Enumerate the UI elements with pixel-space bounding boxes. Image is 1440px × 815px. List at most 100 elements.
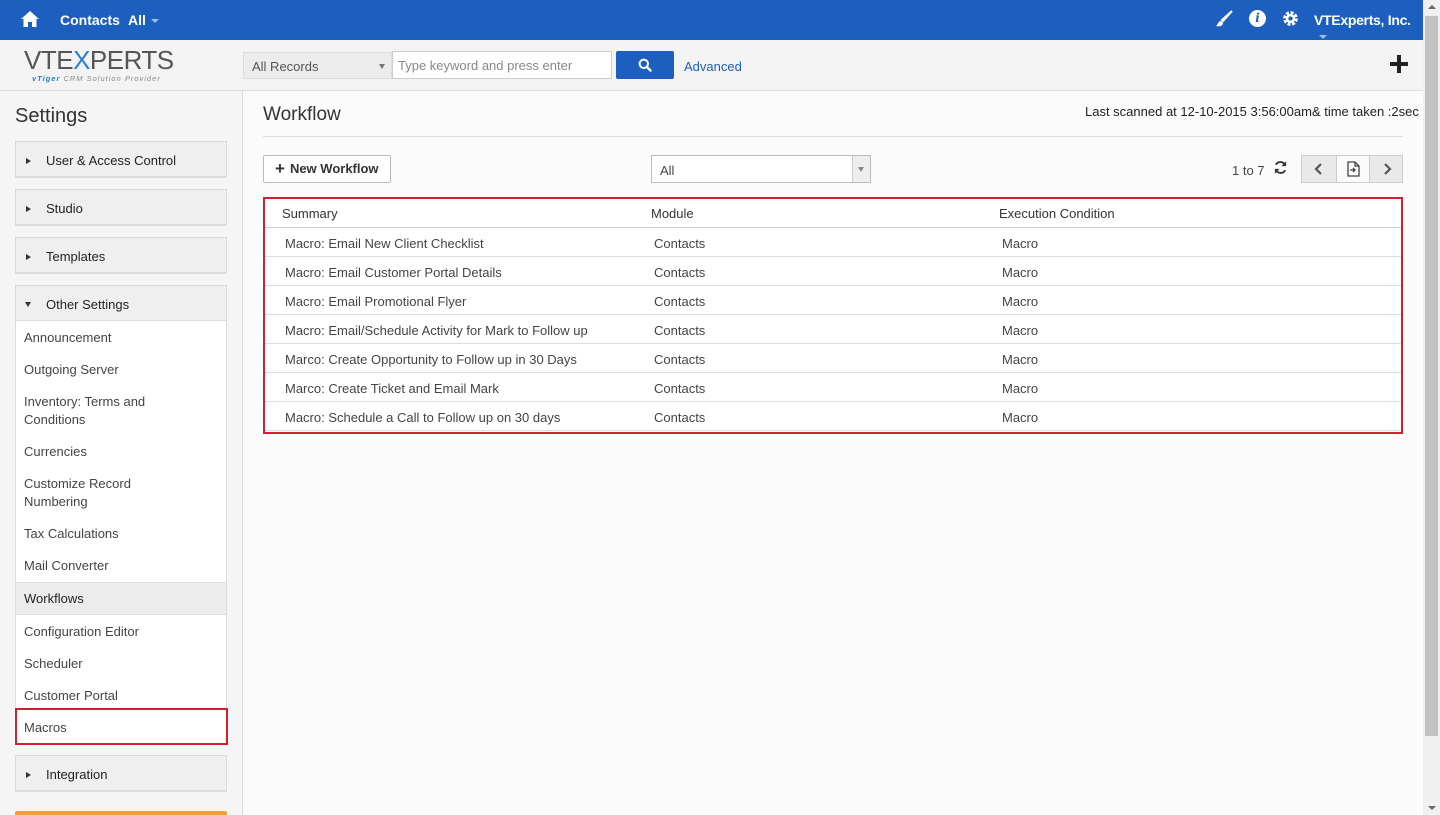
caret-down-icon (25, 302, 31, 307)
new-workflow-button[interactable]: + New Workflow (263, 155, 391, 183)
cell-module: Contacts (654, 236, 706, 251)
sidebar-section-templates[interactable]: Templates (15, 237, 227, 274)
workflow-table: Summary Module Execution Condition Macro… (263, 197, 1403, 434)
table-row[interactable]: Macro: Email New Client Checklist Contac… (265, 228, 1401, 257)
scroll-up-arrow-icon[interactable] (1428, 5, 1436, 9)
caret-right-icon (26, 158, 31, 164)
info-icon[interactable]: i (1249, 10, 1266, 27)
sidebar-item-inventory-terms[interactable]: Inventory: Terms and Conditions (24, 393, 164, 429)
company-label: VTExperts, Inc. (1314, 12, 1411, 28)
brush-icon[interactable] (1215, 10, 1233, 28)
plus-icon: + (275, 159, 285, 178)
table-row[interactable]: Macro: Schedule a Call to Follow up on 3… (265, 402, 1401, 431)
cell-summary: Macro: Email Promotional Flyer (285, 294, 467, 309)
advanced-search-link[interactable]: Advanced (684, 59, 742, 74)
nav-contacts[interactable]: Contacts (60, 12, 120, 28)
sidebar-item-currencies[interactable]: Currencies (24, 443, 214, 461)
cell-module: Contacts (654, 265, 706, 280)
page-title: Workflow (263, 104, 341, 125)
scrollbar-thumb[interactable] (1425, 16, 1438, 736)
next-page-button[interactable] (1370, 156, 1404, 182)
search-icon (638, 58, 652, 72)
chevron-right-icon (1384, 163, 1392, 175)
table-row[interactable]: Marco: Create Opportunity to Follow up i… (265, 344, 1401, 373)
sidebar-item-macros[interactable]: Macros (15, 708, 228, 745)
sidebar-item-outgoing-server[interactable]: Outgoing Server (24, 361, 214, 379)
caret-right-icon (26, 254, 31, 260)
page-scrollbar[interactable] (1423, 0, 1440, 815)
sidebar-section-integration[interactable]: Integration (15, 755, 227, 792)
table-row[interactable]: Marco: Create Ticket and Email Mark Cont… (265, 373, 1401, 402)
section-label: Templates (46, 249, 106, 264)
module-filter-value: All (660, 163, 675, 178)
sidebar-section-user-access-control[interactable]: User & Access Control (15, 141, 227, 178)
cell-module: Contacts (654, 410, 706, 425)
chevron-down-icon (150, 19, 159, 24)
nav-all-menu[interactable]: All (128, 12, 159, 28)
sidebar-item-scheduler[interactable]: Scheduler (24, 655, 214, 673)
cell-summary: Macro: Email Customer Portal Details (285, 265, 502, 280)
module-filter-select[interactable]: All (651, 155, 871, 183)
cell-summary: Macro: Email New Client Checklist (285, 236, 484, 251)
other-settings-panel: Announcement Outgoing Server Inventory: … (15, 321, 227, 745)
sidebar-item-customer-portal[interactable]: Customer Portal (24, 687, 214, 705)
sidebar-item-workflows[interactable]: Workflows (16, 582, 226, 615)
refresh-icon[interactable] (1273, 160, 1288, 175)
cell-summary: Macro: Email/Schedule Activity for Mark … (285, 323, 588, 338)
gear-icon[interactable] (1281, 9, 1300, 28)
sidebar-item-tax-calculations[interactable]: Tax Calculations (24, 525, 214, 543)
dropdown-arrow-icon (379, 64, 385, 69)
pagination-controls (1301, 155, 1403, 183)
table-header: Summary Module Execution Condition (265, 199, 1401, 228)
cell-summary: Macro: Schedule a Call to Follow up on 3… (285, 410, 561, 425)
chevron-left-icon (1314, 163, 1322, 175)
table-row[interactable]: Macro: Email Promotional Flyer Contacts … (265, 286, 1401, 315)
cell-condition: Macro (1002, 352, 1039, 367)
sidebar-item-label: Workflows (24, 591, 84, 606)
column-header-module[interactable]: Module (651, 206, 694, 221)
home-icon[interactable] (20, 9, 40, 29)
divider (263, 136, 1403, 137)
sidebar-section-studio[interactable]: Studio (15, 189, 227, 226)
nav-all-label: All (128, 12, 146, 28)
previous-page-button[interactable] (1302, 156, 1336, 182)
cell-summary: Marco: Create Ticket and Email Mark (285, 381, 499, 396)
scroll-down-arrow-icon[interactable] (1428, 806, 1436, 810)
quick-create-plus-icon[interactable] (1390, 55, 1408, 73)
cell-condition: Macro (1002, 236, 1039, 251)
search-bar: VTEXPERTS vTiger CRM Solution Provider A… (0, 40, 1423, 91)
search-button[interactable] (616, 51, 674, 79)
column-header-execution-condition[interactable]: Execution Condition (999, 206, 1115, 221)
sidebar-title: Settings (15, 105, 88, 127)
caret-right-icon (26, 206, 31, 212)
record-type-value: All Records (252, 59, 319, 74)
cell-module: Contacts (654, 323, 706, 338)
sidebar-item-configuration-editor[interactable]: Configuration Editor (24, 623, 214, 641)
file-jump-icon (1347, 161, 1360, 177)
section-label: Other Settings (46, 297, 130, 312)
section-label: Integration (46, 767, 108, 782)
vtexperts-logo[interactable]: VTEXPERTS vTiger CRM Solution Provider (24, 46, 180, 86)
new-workflow-label: New Workflow (289, 161, 379, 176)
section-label: Studio (46, 201, 83, 216)
sidebar-item-announcement[interactable]: Announcement (24, 329, 214, 347)
table-row[interactable]: Macro: Email/Schedule Activity for Mark … (265, 315, 1401, 344)
search-input[interactable] (392, 51, 612, 79)
last-scanned-status: Last scanned at 12-10-2015 3:56:00am& ti… (1085, 104, 1419, 119)
table-row[interactable]: Macro: Email Customer Portal Details Con… (265, 257, 1401, 286)
cell-module: Contacts (654, 352, 706, 367)
caret-right-icon (26, 772, 31, 778)
sidebar-item-mail-converter[interactable]: Mail Converter (24, 557, 214, 575)
cell-module: Contacts (654, 381, 706, 396)
sidebar-next-section-edge[interactable] (15, 811, 227, 815)
jump-to-page-button[interactable] (1336, 156, 1370, 182)
cell-condition: Macro (1002, 381, 1039, 396)
sidebar-section-other-settings[interactable]: Other Settings (15, 285, 227, 322)
sidebar-item-label: Macros (24, 720, 67, 735)
record-type-select[interactable]: All Records (243, 52, 392, 79)
cell-condition: Macro (1002, 265, 1039, 280)
settings-sidebar: Settings User & Access Control Studio Te… (0, 91, 243, 815)
sidebar-item-customize-record-numbering[interactable]: Customize Record Numbering (24, 475, 154, 511)
dropdown-arrow-icon (852, 156, 870, 182)
column-header-summary[interactable]: Summary (282, 206, 338, 221)
